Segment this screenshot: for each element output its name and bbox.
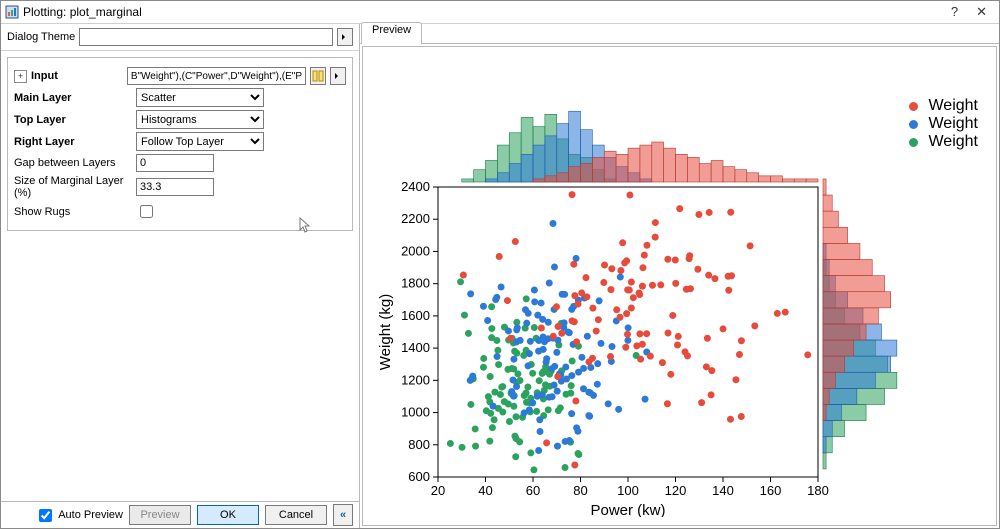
dialog-theme-menu-button[interactable] bbox=[337, 28, 353, 46]
marginal-pct-label: Size of Marginal Layer (%) bbox=[14, 175, 132, 199]
help-button[interactable]: ? bbox=[951, 4, 958, 20]
right-layer-label: Right Layer bbox=[14, 136, 75, 148]
svg-text:800: 800 bbox=[408, 437, 430, 452]
titlebar: Plotting: plot_marginal ? ✕ bbox=[1, 1, 999, 24]
marginal-pct-input[interactable] bbox=[136, 178, 214, 196]
top-layer-label: Top Layer bbox=[14, 114, 66, 126]
svg-text:1200: 1200 bbox=[401, 372, 430, 387]
svg-text:120: 120 bbox=[665, 483, 687, 498]
show-rugs-label: Show Rugs bbox=[14, 206, 132, 218]
dialog-theme-label: Dialog Theme bbox=[7, 31, 75, 43]
collapse-preview-button[interactable]: « bbox=[333, 504, 353, 526]
svg-text:180: 180 bbox=[807, 483, 829, 498]
svg-text:1800: 1800 bbox=[401, 276, 430, 291]
svg-text:1400: 1400 bbox=[401, 340, 430, 355]
gap-input[interactable] bbox=[136, 154, 214, 172]
show-rugs-checkbox[interactable] bbox=[140, 205, 153, 218]
cancel-button[interactable]: Cancel bbox=[265, 505, 327, 525]
preview-button[interactable]: Preview bbox=[129, 505, 191, 525]
svg-text:2000: 2000 bbox=[401, 243, 430, 258]
dialog-theme-input[interactable] bbox=[79, 28, 333, 46]
svg-text:40: 40 bbox=[478, 483, 492, 498]
preview-pane: 20 40 60 80 100 120 140 160 180 600 800 1000 1200 140… bbox=[362, 46, 997, 526]
svg-text:20: 20 bbox=[431, 483, 445, 498]
svg-text:2200: 2200 bbox=[401, 211, 430, 226]
auto-preview-checkbox[interactable]: Auto Preview bbox=[35, 506, 123, 525]
input-picker-button[interactable] bbox=[310, 67, 326, 85]
ok-button[interactable]: OK bbox=[197, 505, 259, 525]
main-layer-label: Main Layer bbox=[14, 92, 71, 104]
svg-text:1600: 1600 bbox=[401, 308, 430, 323]
svg-text:2400: 2400 bbox=[401, 179, 430, 194]
svg-text:100: 100 bbox=[617, 483, 639, 498]
app-icon bbox=[5, 5, 19, 19]
svg-text:Weight (kg): Weight (kg) bbox=[377, 294, 394, 370]
close-button[interactable]: ✕ bbox=[976, 4, 987, 20]
expand-icon[interactable]: + bbox=[14, 70, 27, 83]
svg-text:Power (kw): Power (kw) bbox=[590, 502, 665, 517]
main-layer-select[interactable]: Scatter bbox=[136, 88, 264, 107]
input-menu-button[interactable] bbox=[330, 67, 346, 85]
top-layer-select[interactable]: Histograms bbox=[136, 110, 264, 129]
tab-preview[interactable]: Preview bbox=[361, 22, 422, 44]
svg-text:160: 160 bbox=[760, 483, 782, 498]
right-layer-select[interactable]: Follow Top Layer bbox=[136, 132, 264, 151]
window-title: Plotting: plot_marginal bbox=[23, 5, 142, 19]
input-field[interactable] bbox=[127, 67, 307, 85]
svg-text:600: 600 bbox=[408, 469, 430, 484]
svg-text:1000: 1000 bbox=[401, 405, 430, 420]
svg-text:140: 140 bbox=[712, 483, 734, 498]
legend: WeightWeightWeight bbox=[909, 97, 978, 151]
svg-text:60: 60 bbox=[526, 483, 540, 498]
input-label: Input bbox=[31, 70, 58, 82]
gap-label: Gap between Layers bbox=[14, 157, 132, 169]
svg-text:80: 80 bbox=[573, 483, 587, 498]
